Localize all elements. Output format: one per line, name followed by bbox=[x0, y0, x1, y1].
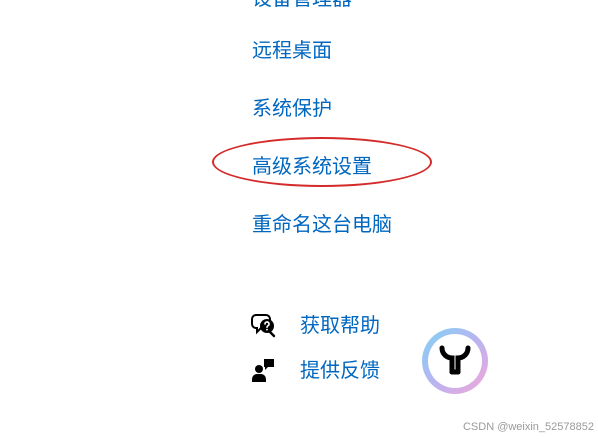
brand-logo-icon bbox=[418, 324, 492, 398]
rename-pc-link[interactable]: 重命名这台电脑 bbox=[252, 211, 392, 237]
csdn-watermark: CSDN @weixin_52578852 bbox=[462, 421, 594, 433]
get-help-row[interactable]: 获取帮助 bbox=[250, 310, 380, 340]
settings-page: 设备管理器 远程桌面 系统保护 高级系统设置 重命名这台电脑 获取帮助 提供反馈 bbox=[0, 0, 598, 439]
remote-desktop-link[interactable]: 远程桌面 bbox=[252, 37, 332, 63]
get-help-label[interactable]: 获取帮助 bbox=[300, 312, 380, 338]
system-protection-link[interactable]: 系统保护 bbox=[252, 95, 332, 121]
give-feedback-row[interactable]: 提供反馈 bbox=[250, 355, 380, 385]
advanced-system-settings-link[interactable]: 高级系统设置 bbox=[252, 153, 372, 179]
feedback-person-icon bbox=[250, 356, 278, 384]
give-feedback-label[interactable]: 提供反馈 bbox=[300, 357, 380, 383]
help-chat-icon bbox=[250, 311, 278, 339]
device-manager-link[interactable]: 设备管理器 bbox=[252, 0, 352, 11]
